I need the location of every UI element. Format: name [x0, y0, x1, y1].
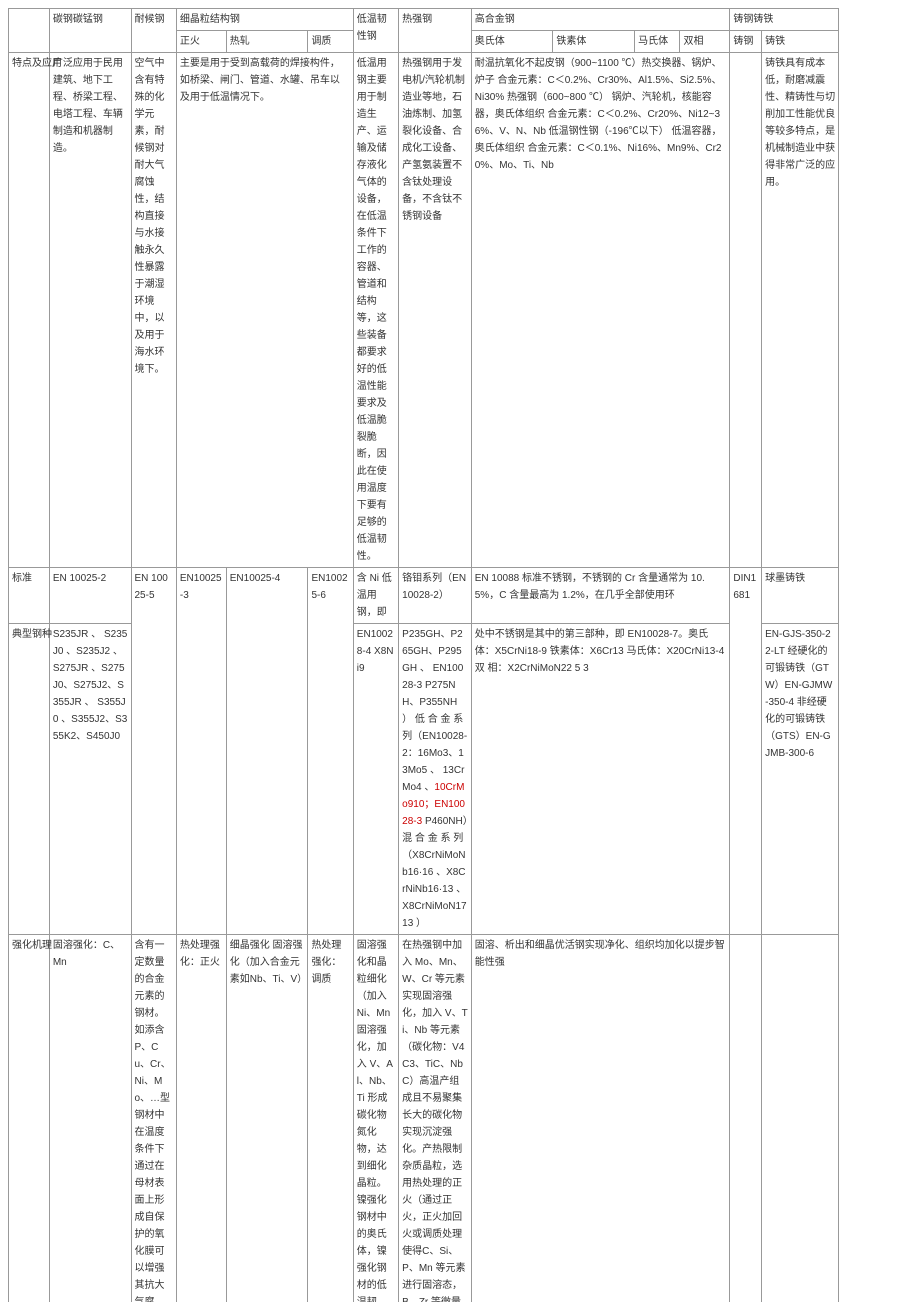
hdr-duplex: 双相 [680, 31, 730, 53]
hdr-heatres: 热强钢 [399, 9, 472, 53]
hdr-lowtemp: 低温韧性钢 [353, 9, 398, 53]
r4-c5: 在热强钢中加入 Mo、Mn、W、Cr 等元素实现固溶强化，加入 V、Ti、Nb … [399, 935, 472, 1302]
r3-c6: 处中不锈钢是其中的第三部种，即 EN10028-7。奥氏体：X5CrNi18-9… [471, 624, 730, 935]
row-features-label: 特点及应用 [9, 53, 50, 568]
r2-c7b: 球墨铸铁 [762, 568, 839, 624]
r1-c3: 主要是用于受到高载荷的焊接构件，如桥梁、闸门、管道、水罐、吊车以及用于低温情况下… [176, 53, 353, 568]
hdr-qt: 调质 [308, 31, 353, 53]
r1-c9: 耐温抗氧化不起皮钢（900~1100 ℃）热交换器、锅炉、炉子 合金元素：C＜0… [471, 53, 730, 568]
hdr-marten: 马氏体 [635, 31, 680, 53]
r2-c2: EN 10025-5 [131, 568, 176, 935]
r4-c7a [730, 935, 762, 1302]
r2-c6: EN 10088 标准不锈钢，不锈钢的 Cr 含量通常为 10.5%，C 含量最… [471, 568, 730, 624]
r1-c8: 热强钢用于发电机/汽轮机制造业等地，石油炼制、加氢裂化设备、合成化工设备、产氢氨… [399, 53, 472, 568]
hdr-caststeel: 铸钢 [730, 31, 762, 53]
row-features: 特点及应用 广泛应用于民用建筑、地下工程、桥梁工程、电塔工程、车辆制造和机器制造… [9, 53, 912, 568]
row-strengthen-label: 强化机理 [9, 935, 50, 1302]
r2-c1: EN 10025-2 [49, 568, 131, 624]
r4-c1: 固溶强化：C、Mn [49, 935, 131, 1302]
r2-c3c: EN10025-6 [308, 568, 353, 935]
r4-c3a: 热处理强化：正火 [176, 935, 226, 1302]
r1-c11: 铸铁具有成本低，耐磨减震性、精铸性与切削加工性能优良等较多特点，是机械制造业中获… [762, 53, 839, 568]
hdr-castiron: 铸铁 [762, 31, 839, 53]
hdr-weather: 耐候钢 [131, 9, 176, 53]
hdr-hotroll: 热轧 [226, 31, 308, 53]
r2-c3b: EN10025-4 [226, 568, 308, 935]
r3-c5: P235GH、P265GH、P295GH 、 EN10028-3 P275NH、… [399, 624, 472, 935]
hdr-austen: 奥氏体 [471, 31, 553, 53]
r3-c1: S235JR 、 S235J0 、S235J2 、 S275JR 、S275J0… [49, 624, 131, 935]
r1-c1: 广泛应用于民用建筑、地下工程、桥梁工程、电塔工程、车辆制造和机器制造。 [49, 53, 131, 568]
steel-comparison-table: 碳钢碳锰钢 耐候钢 细晶粒结构钢 低温韧性钢 热强钢 高合金钢 铸钢铸铁 正火 … [8, 8, 912, 1302]
hdr-highalloy: 高合金钢 [471, 9, 730, 31]
r2-c7a: DIN1681 [730, 568, 762, 935]
r1-c7: 低温用钢主要用于制造生产、运输及储存液化气体的设备，在低温条件下工作的容器、管道… [353, 53, 398, 568]
r4-c6: 固溶、析出和细晶优活钢实现净化、组织均加化以提步智能性强 [471, 935, 730, 1302]
r1-c2: 空气中含有特殊的化学元素，耐候钢对耐大气腐蚀性，结构直接与水接触永久性暴露于潮湿… [131, 53, 176, 568]
r4-c3c: 热处理强化：调质 [308, 935, 353, 1302]
header-row-1: 碳钢碳锰钢 耐候钢 细晶粒结构钢 低温韧性钢 热强钢 高合金钢 铸钢铸铁 [9, 9, 912, 31]
row-strengthen: 强化机理 固溶强化：C、Mn 含有一定数量的合金元素的钢材。如添含 P、Cu、C… [9, 935, 912, 1302]
r4-c4: 固溶强化和晶粒细化（加入 Ni、Mn 固溶强化，加入 V、Al、Nb、Ti 形成… [353, 935, 398, 1302]
r3-c7b: EN-GJS-350-22-LT 经硬化的可锻铸铁（GTW）EN-GJMW-35… [762, 624, 839, 935]
r2-c5: 铬钼系列（EN10028-2） [399, 568, 472, 624]
hdr-carbon: 碳钢碳锰钢 [49, 9, 131, 53]
row-standard-label: 标准 [9, 568, 50, 624]
r3-c5-text: P235GH、P265GH、P295GH 、 EN10028-3 P275NH、… [402, 629, 468, 929]
row-standard: 标准 EN 10025-2 EN 10025-5 EN10025-3 EN100… [9, 568, 912, 624]
r3-c4: EN10028-4 X8Ni9 [353, 624, 398, 935]
r4-c7b [762, 935, 839, 1302]
row-typical-label: 典型钢种 [9, 624, 50, 935]
hdr-norm: 正火 [176, 31, 226, 53]
r1-c10 [730, 53, 762, 568]
r2-c3a: EN10025-3 [176, 568, 226, 935]
hdr-finegrain: 细晶粒结构钢 [176, 9, 353, 31]
hdr-cast: 铸钢铸铁 [730, 9, 839, 31]
hdr-ferrite: 铁素体 [553, 31, 635, 53]
r4-c2: 含有一定数量的合金元素的钢材。如添含 P、Cu、Cr、Ni、Mo、…型钢材中在温… [131, 935, 176, 1302]
r2-c4: 含 Ni 低温用钢，即 [353, 568, 398, 624]
r4-c3b: 细晶强化 固溶强化（加入合金元素如Nb、Ti、V） [226, 935, 308, 1302]
